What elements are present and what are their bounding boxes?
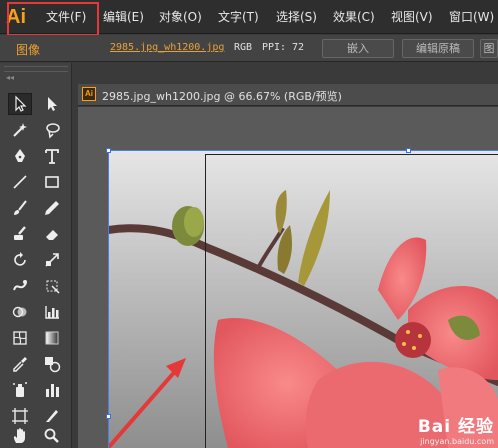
selection-handle-top-middle[interactable]	[406, 148, 411, 153]
graph-tool-icon[interactable]	[40, 301, 64, 323]
menu-file-highlight	[7, 2, 99, 36]
free-transform-tool-icon[interactable]	[40, 275, 64, 297]
baidu-watermark: Bai 经验 jingyan.baidu.com	[418, 412, 494, 446]
slice-tool-icon[interactable]	[40, 405, 64, 427]
menu-select[interactable]: 选择(S)	[276, 0, 317, 34]
warp-tool-icon[interactable]	[8, 275, 32, 297]
rotate-tool-icon[interactable]	[8, 249, 32, 271]
line-tool-icon[interactable]	[8, 171, 32, 193]
collapse-icon[interactable]: ◂◂	[6, 73, 16, 83]
eraser-tool-icon[interactable]	[40, 223, 64, 245]
direct-selection-tool-icon[interactable]	[40, 93, 64, 115]
selection-edge-top	[108, 150, 498, 151]
embed-button[interactable]: 嵌入	[322, 39, 394, 58]
ai-document-icon: Ai	[82, 87, 96, 101]
control-bar: 图像 2985.jpg_wh1200.jpg RGB PPI: 72 嵌入 编辑…	[0, 35, 498, 62]
rectangle-tool-icon[interactable]	[40, 171, 64, 193]
mesh-tool-icon[interactable]	[8, 327, 32, 349]
paintbrush-tool-icon[interactable]	[8, 197, 32, 219]
menu-edit[interactable]: 编辑(E)	[103, 0, 144, 34]
mode-label: 图像	[16, 43, 41, 57]
document-title: 2985.jpg_wh1200.jpg @ 66.67% (RGB/预览)	[102, 90, 342, 103]
pen-tool-icon[interactable]	[8, 145, 32, 167]
overflow-button[interactable]: 图	[480, 39, 498, 58]
pencil-tool-icon[interactable]	[40, 197, 64, 219]
menu-window[interactable]: 窗口(W)	[449, 0, 494, 34]
selection-edge-left	[108, 150, 109, 448]
tools-panel: ◂◂	[0, 63, 72, 448]
ppi-label: PPI:	[262, 42, 287, 53]
zoom-tool-icon[interactable]	[40, 425, 64, 447]
baidu-site: jingyan.baidu.com	[420, 437, 494, 446]
hand-tool-icon[interactable]	[8, 425, 32, 447]
color-mode-label: RGB	[234, 42, 253, 53]
gradient-tool-icon[interactable]	[40, 327, 64, 349]
magic-wand-tool-icon[interactable]	[8, 119, 32, 141]
shape-builder-tool-icon[interactable]	[8, 301, 32, 323]
linked-file-link[interactable]: 2985.jpg_wh1200.jpg	[110, 42, 224, 53]
document-tab[interactable]: Ai 2985.jpg_wh1200.jpg @ 66.67% (RGB/预览)	[78, 84, 498, 106]
panel-grip[interactable]	[4, 66, 68, 72]
artboard-tool-icon[interactable]	[8, 405, 32, 427]
ppi-value: 72	[292, 42, 305, 53]
blend-tool-icon[interactable]	[40, 353, 64, 375]
scale-tool-icon[interactable]	[40, 249, 64, 271]
menu-bar: Ai 文件(F) 编辑(E) 对象(O) 文字(T) 选择(S) 效果(C) 视…	[0, 0, 498, 36]
menu-type[interactable]: 文字(T)	[218, 0, 259, 34]
edit-original-button[interactable]: 编辑原稿	[402, 39, 474, 58]
baidu-logo: Bai 经验	[417, 417, 494, 437]
blob-brush-tool-icon[interactable]	[8, 223, 32, 245]
artboard-boundary	[205, 154, 498, 448]
selection-handle-top-left[interactable]	[106, 148, 111, 153]
lasso-tool-icon[interactable]	[40, 119, 64, 141]
symbol-sprayer-tool-icon[interactable]	[8, 379, 32, 401]
type-tool-icon[interactable]	[40, 145, 64, 167]
menu-object[interactable]: 对象(O)	[159, 0, 202, 34]
menu-effect[interactable]: 效果(C)	[333, 0, 375, 34]
column-graph-tool-icon[interactable]	[40, 379, 64, 401]
selection-tool-icon[interactable]	[8, 93, 32, 115]
selection-handle-middle-left[interactable]	[106, 414, 111, 419]
menu-view[interactable]: 视图(V)	[391, 0, 433, 34]
eyedropper-tool-icon[interactable]	[8, 353, 32, 375]
